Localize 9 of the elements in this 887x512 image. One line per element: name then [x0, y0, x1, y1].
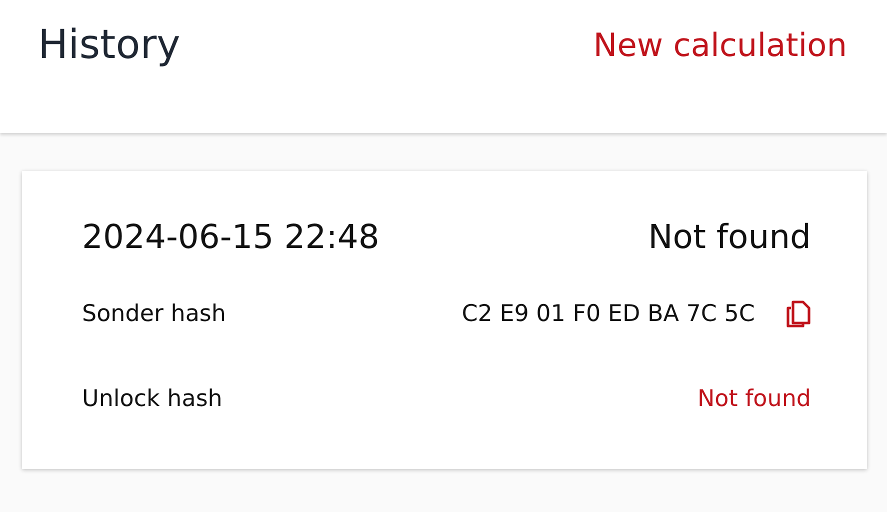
- not-found-value: Not found: [697, 386, 811, 412]
- copy-icon[interactable]: [785, 300, 811, 328]
- field-label: Sonder hash: [82, 301, 226, 327]
- field-label: Unlock hash: [82, 386, 222, 412]
- timestamp: 2024-06-15 22:48: [82, 217, 380, 256]
- new-calculation-link[interactable]: New calculation: [593, 26, 847, 64]
- status-text: Not found: [648, 217, 811, 256]
- page-title: History: [38, 22, 180, 68]
- hash-value: C2 E9 01 F0 ED BA 7C 5C: [462, 301, 755, 327]
